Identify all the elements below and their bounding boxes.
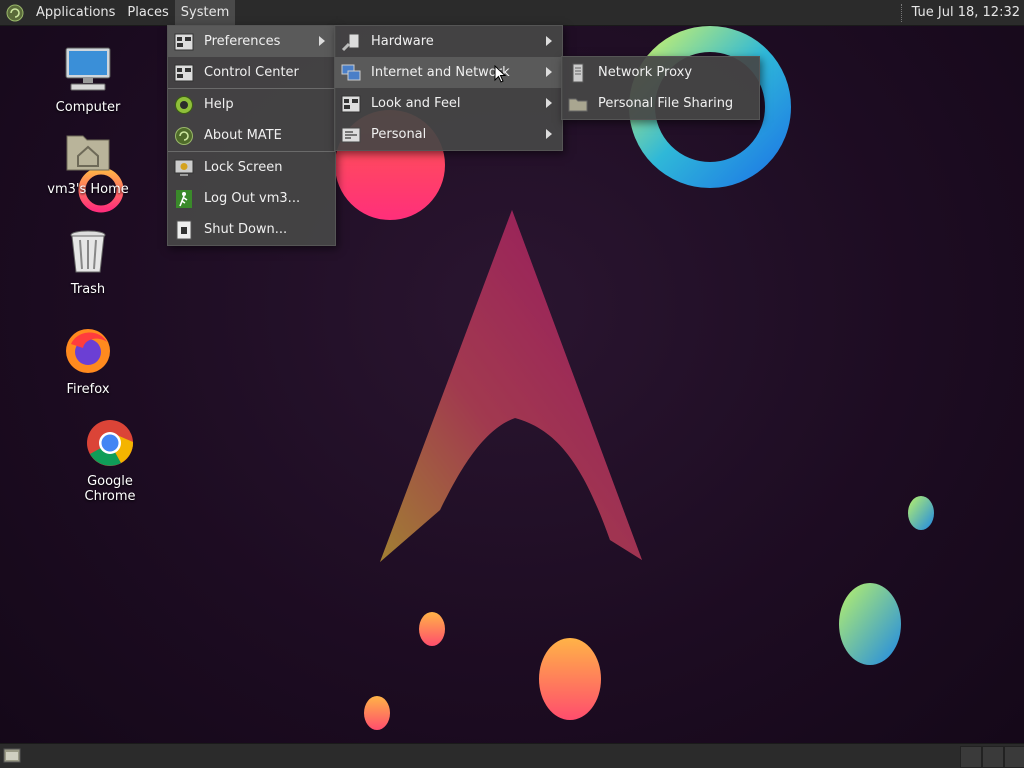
menu-item-about-mate[interactable]: About MATE	[168, 120, 335, 151]
clock[interactable]: Tue Jul 18, 12:32	[912, 5, 1020, 20]
system-dropdown: Preferences Control Center Help About MA…	[167, 25, 336, 246]
places-menu[interactable]: Places	[121, 0, 174, 25]
desktop-icon-firefox[interactable]: Firefox	[38, 326, 138, 397]
menu-item-personal[interactable]: Personal	[335, 119, 562, 150]
system-menu[interactable]: System	[174, 0, 236, 25]
mouse-cursor-icon	[494, 65, 506, 83]
menu-item-shut-down[interactable]: Shut Down...	[168, 214, 335, 245]
menu-item-lock-screen[interactable]: Lock Screen	[168, 152, 335, 183]
desktop-icon-chrome[interactable]: Google Chrome	[60, 418, 160, 504]
lock-screen-icon	[174, 159, 194, 176]
preferences-icon	[174, 33, 194, 50]
menu-item-label: About MATE	[204, 128, 282, 143]
menu-item-label: Look and Feel	[371, 96, 461, 111]
mate-logo-icon[interactable]	[6, 4, 24, 22]
clock-area: Tue Jul 18, 12:32	[900, 0, 1024, 25]
look-feel-icon	[341, 95, 361, 112]
desktop-icon-label: vm3's Home	[47, 182, 129, 197]
menu-item-label: Network Proxy	[598, 65, 693, 80]
menu-item-label: Shut Down...	[204, 222, 288, 237]
desktop-icon-label: Computer	[55, 100, 121, 115]
desktop-icon-trash[interactable]: Trash	[38, 226, 138, 297]
show-desktop-icon[interactable]	[3, 748, 21, 763]
shutdown-icon	[176, 220, 192, 239]
bottom-panel	[0, 743, 1024, 768]
applications-menu[interactable]: Applications	[30, 0, 121, 25]
desktop-icon-computer[interactable]: Computer	[38, 44, 138, 115]
network-icon	[341, 64, 361, 80]
menu-item-log-out[interactable]: Log Out vm3...	[168, 183, 335, 214]
submenu-arrow-icon	[546, 36, 552, 46]
firefox-icon	[66, 329, 110, 373]
desktop-icon-home[interactable]: vm3's Home	[38, 126, 138, 197]
submenu-arrow-icon	[546, 129, 552, 139]
menu-item-label: Hardware	[371, 34, 434, 49]
menu-item-network-proxy[interactable]: Network Proxy	[562, 57, 759, 88]
hardware-icon	[341, 33, 360, 51]
workspace-3[interactable]	[1004, 746, 1024, 768]
menu-item-label: Internet and Network	[371, 65, 510, 80]
menu-item-help[interactable]: Help	[168, 89, 335, 120]
workspace-1[interactable]	[960, 746, 982, 768]
help-icon	[175, 95, 193, 114]
panel-separator	[900, 3, 904, 22]
top-panel: Applications Places System Tue Jul 18, 1…	[0, 0, 1024, 26]
logout-icon	[176, 189, 192, 208]
menu-item-label: Preferences	[204, 34, 281, 49]
preferences-submenu: Hardware Internet and Network Look and F…	[334, 25, 563, 151]
submenu-arrow-icon	[546, 98, 552, 108]
menu-item-label: Help	[204, 97, 234, 112]
chrome-icon	[87, 420, 134, 466]
menu-item-control-center[interactable]: Control Center	[168, 57, 335, 88]
file-sharing-icon	[568, 98, 588, 111]
desktop-icon-label: Google Chrome	[84, 474, 136, 504]
menu-item-label: Log Out vm3...	[204, 191, 301, 206]
control-center-icon	[174, 64, 194, 81]
submenu-arrow-icon	[546, 67, 552, 77]
personal-icon	[341, 127, 361, 142]
menu-item-internet-network[interactable]: Internet and Network	[335, 57, 562, 88]
workspace-2[interactable]	[982, 746, 1004, 768]
menu-item-label: Personal File Sharing	[598, 96, 734, 111]
menu-item-personal-file-sharing[interactable]: Personal File Sharing	[562, 88, 759, 119]
desktop-icon-label: Firefox	[66, 382, 110, 397]
menu-item-label: Lock Screen	[204, 160, 283, 175]
network-proxy-icon	[572, 63, 584, 82]
submenu-arrow-icon	[319, 36, 325, 46]
desktop-icon-label: Trash	[70, 282, 106, 297]
menu-item-label: Control Center	[204, 65, 299, 80]
menu-item-look-and-feel[interactable]: Look and Feel	[335, 88, 562, 119]
home-folder-icon	[66, 135, 110, 171]
trash-icon	[70, 230, 106, 273]
computer-icon	[65, 47, 111, 91]
menu-item-preferences[interactable]: Preferences	[168, 26, 335, 57]
menu-item-label: Personal	[371, 127, 427, 142]
network-submenu: Network Proxy Personal File Sharing	[561, 56, 760, 120]
about-mate-icon	[175, 126, 193, 145]
menu-item-hardware[interactable]: Hardware	[335, 26, 562, 57]
